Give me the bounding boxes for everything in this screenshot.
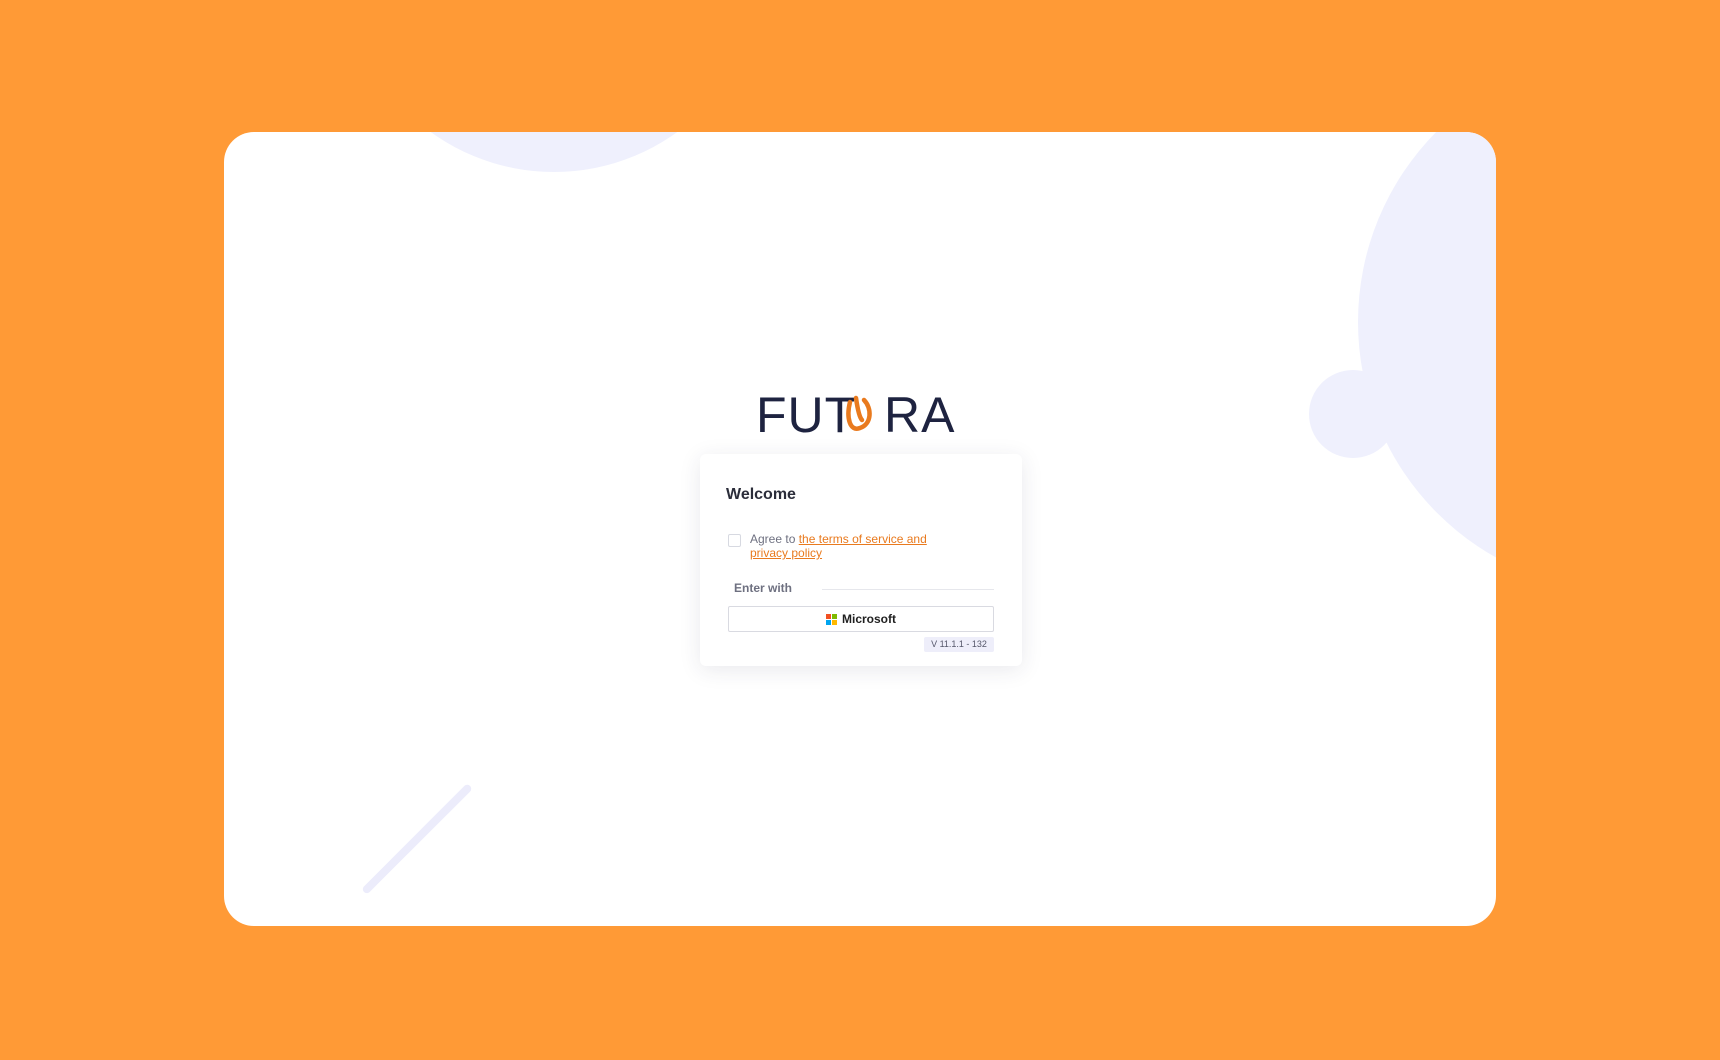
login-card: Welcome Agree to the terms of service an… xyxy=(700,454,1022,666)
decorative-diagonal-line xyxy=(361,783,473,895)
svg-text:RA: RA xyxy=(884,388,955,438)
microsoft-logo-icon xyxy=(826,613,837,625)
agree-prefix: Agree to xyxy=(750,532,796,546)
enter-with-divider xyxy=(822,589,994,590)
welcome-title: Welcome xyxy=(726,486,796,503)
enter-with-label: Enter with xyxy=(734,581,793,595)
decorative-top-arc xyxy=(344,132,764,172)
microsoft-login-button[interactable]: Microsoft xyxy=(728,606,994,632)
microsoft-button-label: Microsoft xyxy=(842,612,896,626)
futura-logo: FUT RA xyxy=(756,388,955,438)
decorative-small-circle xyxy=(1309,370,1397,458)
terms-checkbox[interactable] xyxy=(728,534,741,547)
agree-text: Agree to the terms of service and privac… xyxy=(750,532,960,560)
svg-text:FUT: FUT xyxy=(756,388,856,438)
decorative-right-arc xyxy=(1358,132,1496,592)
login-frame: FUT RA Welcome Agree to the terms of ser… xyxy=(224,132,1496,926)
version-badge: V 11.1.1 - 132 xyxy=(924,637,994,652)
